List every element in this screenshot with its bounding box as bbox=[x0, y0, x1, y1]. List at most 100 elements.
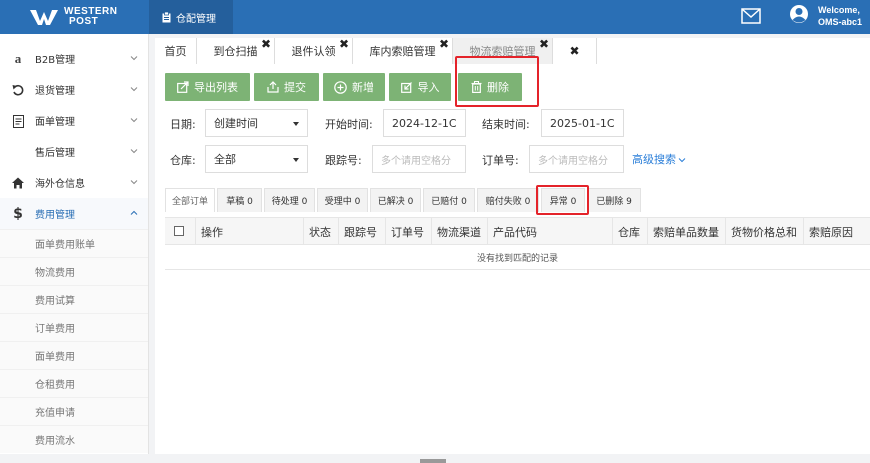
sidebar: a B2B管理 退货管理 面单管理 售后管理 海外仓信息 $ 费用管理 面单费用… bbox=[0, 34, 149, 454]
brand-logo[interactable]: WESTERN POST bbox=[0, 0, 148, 34]
module-tab-warehouse[interactable]: 仓配管理 bbox=[149, 0, 233, 34]
dollar-icon: $ bbox=[13, 206, 23, 222]
status-tab-compensation-failed[interactable]: 赔付失败 0 bbox=[477, 188, 539, 212]
status-tab-draft[interactable]: 草稿 0 bbox=[217, 188, 262, 212]
close-icon[interactable]: ✖ bbox=[539, 38, 549, 50]
scroll-handle[interactable] bbox=[420, 459, 446, 463]
warehouse-select[interactable]: 全部 bbox=[205, 145, 308, 173]
status-tab-label: 受理中 0 bbox=[324, 197, 361, 207]
status-tab-pending[interactable]: 待处理 0 bbox=[264, 188, 315, 212]
status-tab-label: 已赔付 0 bbox=[431, 197, 467, 207]
export-list-button[interactable]: 导出列表 bbox=[165, 73, 250, 101]
sidebar-item-overseas-warehouse[interactable]: 海外仓信息 bbox=[0, 167, 148, 198]
sidebar-item-fees[interactable]: $ 费用管理 bbox=[0, 198, 148, 229]
tab-return-claim[interactable]: 退件认领 ✖ bbox=[275, 38, 353, 64]
column-header[interactable]: 状态 bbox=[303, 218, 338, 245]
close-icon[interactable]: ✖ bbox=[439, 38, 449, 50]
tab-label: 首页 bbox=[164, 45, 187, 58]
column-label: 订单号 bbox=[391, 225, 424, 239]
sidebar-subitem[interactable]: 费用试算 bbox=[0, 285, 148, 313]
column-header[interactable]: 仓库 bbox=[612, 218, 647, 245]
tracking-number-input[interactable]: 多个请用空格分 bbox=[372, 145, 466, 173]
column-header[interactable]: 产品代码 bbox=[487, 218, 612, 245]
tab-inventory-claims[interactable]: 库内索赔管理 ✖ bbox=[353, 38, 453, 64]
column-header[interactable]: 物流渠道 bbox=[431, 218, 487, 245]
chevron-down-icon bbox=[130, 87, 138, 92]
tab-label: 退件认领 bbox=[291, 45, 336, 58]
sidebar-subitem[interactable]: 订单费用 bbox=[0, 313, 148, 341]
link-label: 高级搜索 bbox=[632, 153, 676, 166]
home-icon bbox=[11, 176, 25, 190]
column-label: 货物价格总和 bbox=[731, 225, 797, 239]
status-tab-compensated[interactable]: 已赔付 0 bbox=[423, 188, 475, 212]
close-icon[interactable]: ✖ bbox=[569, 44, 579, 58]
status-tab-processing[interactable]: 受理中 0 bbox=[317, 188, 368, 212]
mail-icon[interactable] bbox=[741, 8, 761, 24]
end-time-label: 结束时间: bbox=[482, 118, 530, 131]
sidebar-item-b2b[interactable]: a B2B管理 bbox=[0, 43, 148, 74]
import-button[interactable]: 导入 bbox=[389, 73, 451, 101]
tab-label: 到仓扫描 bbox=[213, 45, 258, 58]
status-tab-label: 全部订单 bbox=[171, 197, 208, 207]
button-label: 导出列表 bbox=[194, 81, 238, 94]
return-arrow-icon bbox=[11, 83, 25, 97]
tab-close-all[interactable]: ✖ bbox=[553, 38, 597, 64]
close-icon[interactable]: ✖ bbox=[339, 38, 349, 50]
sidebar-item-labels[interactable]: 面单管理 bbox=[0, 105, 148, 136]
end-date-input[interactable]: 2025-01-1C bbox=[541, 109, 624, 137]
document-icon bbox=[11, 114, 25, 128]
chevron-up-icon bbox=[130, 210, 138, 215]
tab-arrival-scan[interactable]: 到仓扫描 ✖ bbox=[197, 38, 275, 64]
column-label: 状态 bbox=[309, 225, 331, 239]
input-placeholder: 多个请用空格分 bbox=[538, 155, 608, 167]
status-tab-resolved[interactable]: 已解决 0 bbox=[370, 188, 421, 212]
column-label: 仓库 bbox=[618, 225, 640, 239]
sidebar-subitem[interactable]: 物流费用 bbox=[0, 257, 148, 285]
close-icon[interactable]: ✖ bbox=[261, 38, 271, 50]
advanced-search-link[interactable]: 高级搜索 bbox=[632, 151, 686, 167]
add-button[interactable]: 新增 bbox=[323, 73, 385, 101]
sidebar-item-label: B2B管理 bbox=[35, 55, 76, 66]
input-value: 2025-01-1C bbox=[550, 116, 615, 130]
table-header: 操作 状态 跟踪号 订单号 物流渠道 产品代码 仓库 索赔单品数量 货物价格总和… bbox=[165, 217, 870, 245]
start-date-input[interactable]: 2024-12-1C bbox=[383, 109, 466, 137]
status-tab-label: 赔付失败 0 bbox=[485, 197, 531, 207]
select-all-checkbox[interactable] bbox=[174, 226, 184, 236]
date-type-select[interactable]: 创建时间 bbox=[205, 109, 308, 137]
sidebar-subitem[interactable]: 充值申请 bbox=[0, 397, 148, 425]
sidebar-subitem[interactable]: 面单费用账单 bbox=[0, 229, 148, 257]
sidebar-item-label: 退货管理 bbox=[35, 86, 75, 97]
column-header[interactable]: 订单号 bbox=[385, 218, 431, 245]
table-empty-message: 没有找到匹配的记录 bbox=[165, 245, 870, 270]
column-header[interactable]: 货物价格总和 bbox=[725, 218, 803, 245]
chevron-down-icon bbox=[130, 149, 138, 154]
order-number-input[interactable]: 多个请用空格分 bbox=[529, 145, 624, 173]
caret-down-icon bbox=[293, 122, 299, 126]
sidebar-item-label: 售后管理 bbox=[35, 148, 75, 159]
column-label: 操作 bbox=[201, 225, 223, 239]
submit-button[interactable]: 提交 bbox=[254, 73, 319, 101]
column-label: 索赔原因 bbox=[809, 225, 853, 239]
chevron-down-icon bbox=[678, 158, 686, 163]
tab-home[interactable]: 首页 bbox=[155, 38, 197, 64]
column-header[interactable]: 索赔单品数量 bbox=[647, 218, 725, 245]
column-header[interactable]: 索赔原因 bbox=[803, 218, 870, 245]
status-tab-label: 草稿 0 bbox=[226, 197, 253, 207]
status-tab-all[interactable]: 全部订单 bbox=[165, 188, 215, 212]
order-label: 订单号: bbox=[482, 154, 519, 167]
sidebar-item-returns[interactable]: 退货管理 bbox=[0, 74, 148, 105]
status-tab-deleted[interactable]: 已删除 9 bbox=[587, 188, 641, 212]
sidebar-subitem[interactable]: 面单费用 bbox=[0, 341, 148, 369]
sidebar-subitem[interactable]: 仓租费用 bbox=[0, 369, 148, 397]
column-label: 跟踪号 bbox=[344, 225, 377, 239]
button-label: 导入 bbox=[417, 81, 440, 94]
sidebar-item-label: 面单管理 bbox=[35, 117, 75, 128]
sidebar-subitem[interactable]: 费用流水 bbox=[0, 425, 148, 453]
top-bar: WESTERN POST 仓配管理 Welcome, OMS-abc1 bbox=[0, 0, 870, 34]
column-label: 产品代码 bbox=[493, 225, 537, 239]
user-avatar-icon[interactable] bbox=[789, 4, 809, 26]
brand-name: WESTERN POST bbox=[64, 6, 118, 27]
sidebar-item-aftersales[interactable]: 售后管理 bbox=[0, 136, 148, 167]
column-header[interactable]: 跟踪号 bbox=[338, 218, 385, 245]
column-header[interactable]: 操作 bbox=[195, 218, 303, 245]
